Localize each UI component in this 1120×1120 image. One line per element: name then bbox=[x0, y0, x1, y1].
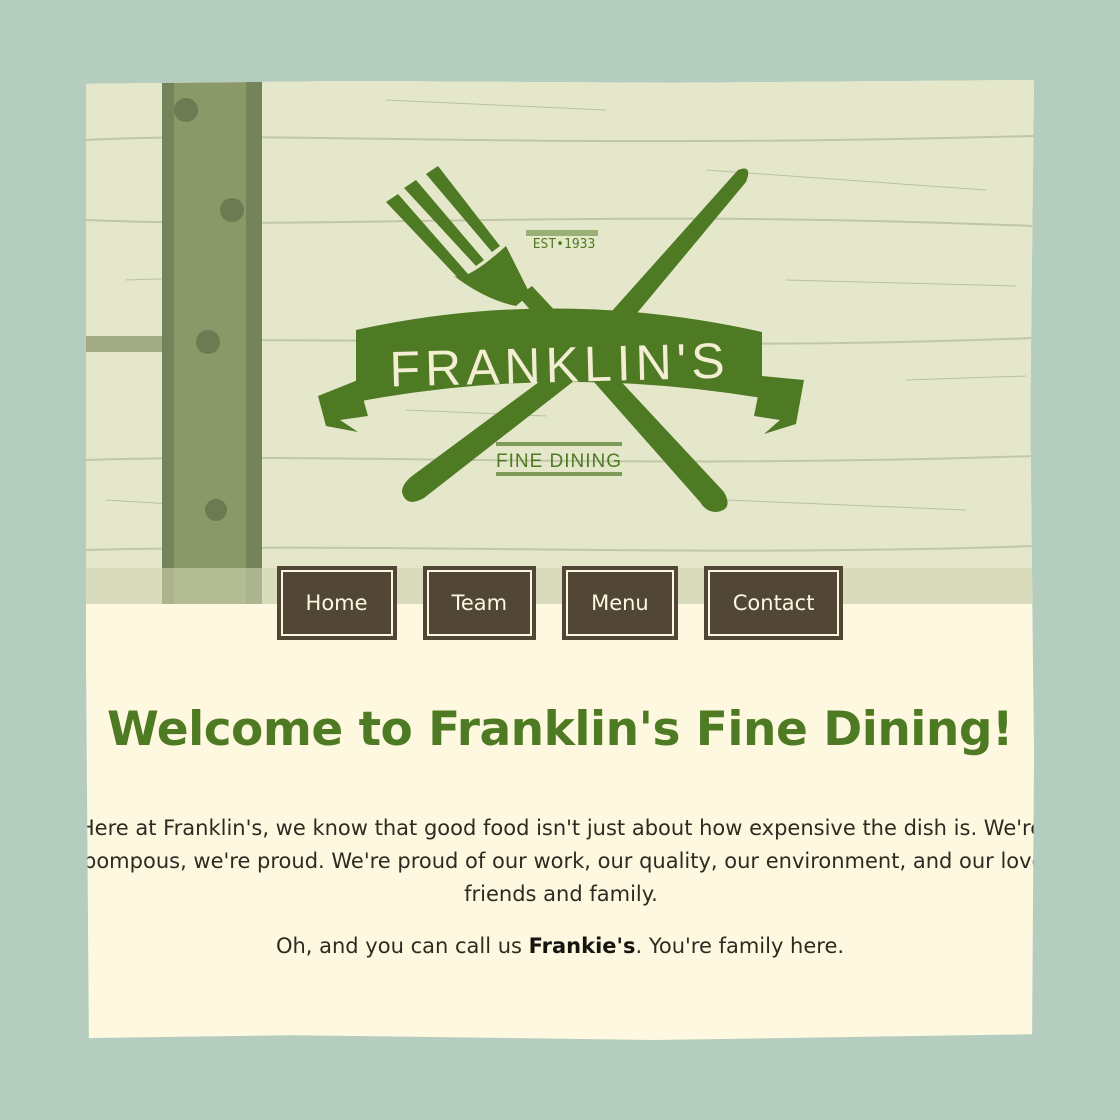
nav-home-button[interactable]: Home bbox=[276, 566, 397, 640]
intro-line-2: not pompous, we're proud. We're proud of… bbox=[86, 849, 1034, 873]
nav-team-button[interactable]: Team bbox=[422, 566, 537, 640]
intro-line-3: friends and family. bbox=[464, 882, 658, 906]
page-title: Welcome to Franklin's Fine Dining! bbox=[107, 702, 1013, 757]
intro-line-1: Here at Franklin's, we know that good fo… bbox=[86, 816, 1034, 840]
intro-paragraph: Here at Franklin's, we know that good fo… bbox=[86, 812, 1034, 911]
logo-tagline: FINE DINING bbox=[496, 451, 622, 472]
hero-banner: EST•1933 FRANKLIN'S FINE DINING bbox=[86, 80, 1034, 604]
nickname: Frankie's bbox=[528, 934, 636, 958]
nickname-text-after: . You're family here. bbox=[635, 934, 845, 958]
main-nav: Home Team Menu Contact bbox=[86, 566, 1034, 640]
logo-established: EST•1933 bbox=[533, 237, 596, 252]
page-card: EST•1933 FRANKLIN'S FINE DINING Home Tea… bbox=[86, 80, 1034, 1040]
nav-menu-button[interactable]: Menu bbox=[562, 566, 678, 640]
nickname-paragraph: Oh, and you can call us Frankie's. You'r… bbox=[86, 934, 1034, 958]
franklins-logo: EST•1933 FRANKLIN'S FINE DINING bbox=[318, 166, 804, 512]
nav-contact-button[interactable]: Contact bbox=[703, 566, 844, 640]
nickname-text-before: Oh, and you can call us bbox=[275, 934, 529, 958]
logo-name: FRANKLIN'S bbox=[389, 333, 731, 398]
